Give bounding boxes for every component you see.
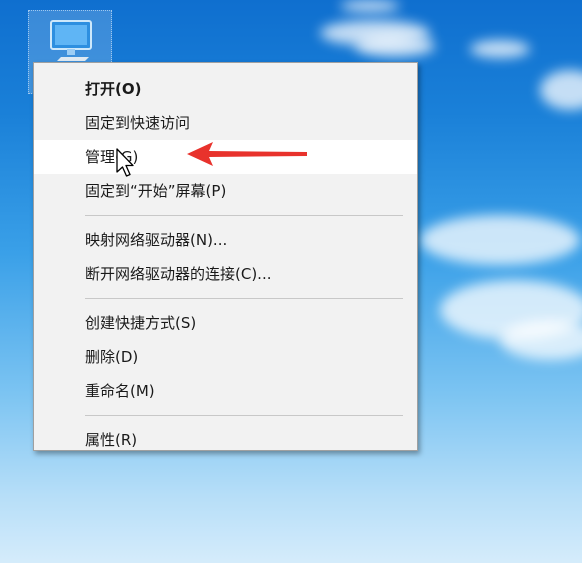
menu-separator xyxy=(85,298,403,299)
cloud xyxy=(340,0,400,12)
context-menu: 打开(O) 固定到快速访问 管理(G) 固定到“开始”屏幕(P) 映射网络驱动器… xyxy=(33,62,418,451)
cloud xyxy=(470,40,530,58)
annotation-arrow-icon xyxy=(187,142,307,166)
computer-icon xyxy=(50,20,92,61)
cloud xyxy=(420,215,580,265)
cloud xyxy=(500,320,582,360)
menu-item-open[interactable]: 打开(O) xyxy=(34,72,417,106)
mouse-cursor-icon xyxy=(116,148,134,177)
menu-item-properties[interactable]: 属性(R) xyxy=(34,423,417,457)
cloud xyxy=(355,35,435,57)
menu-item-rename[interactable]: 重命名(M) xyxy=(34,374,417,408)
menu-item-pin-start[interactable]: 固定到“开始”屏幕(P) xyxy=(34,174,417,208)
menu-item-create-shortcut[interactable]: 创建快捷方式(S) xyxy=(34,306,417,340)
menu-item-pin-quick-access[interactable]: 固定到快速访问 xyxy=(34,106,417,140)
menu-item-map-network-drive[interactable]: 映射网络驱动器(N)... xyxy=(34,223,417,257)
menu-separator xyxy=(85,415,403,416)
menu-item-disconnect-network-drive[interactable]: 断开网络驱动器的连接(C)... xyxy=(34,257,417,291)
menu-separator xyxy=(85,215,403,216)
menu-item-delete[interactable]: 删除(D) xyxy=(34,340,417,374)
cloud xyxy=(540,70,582,110)
